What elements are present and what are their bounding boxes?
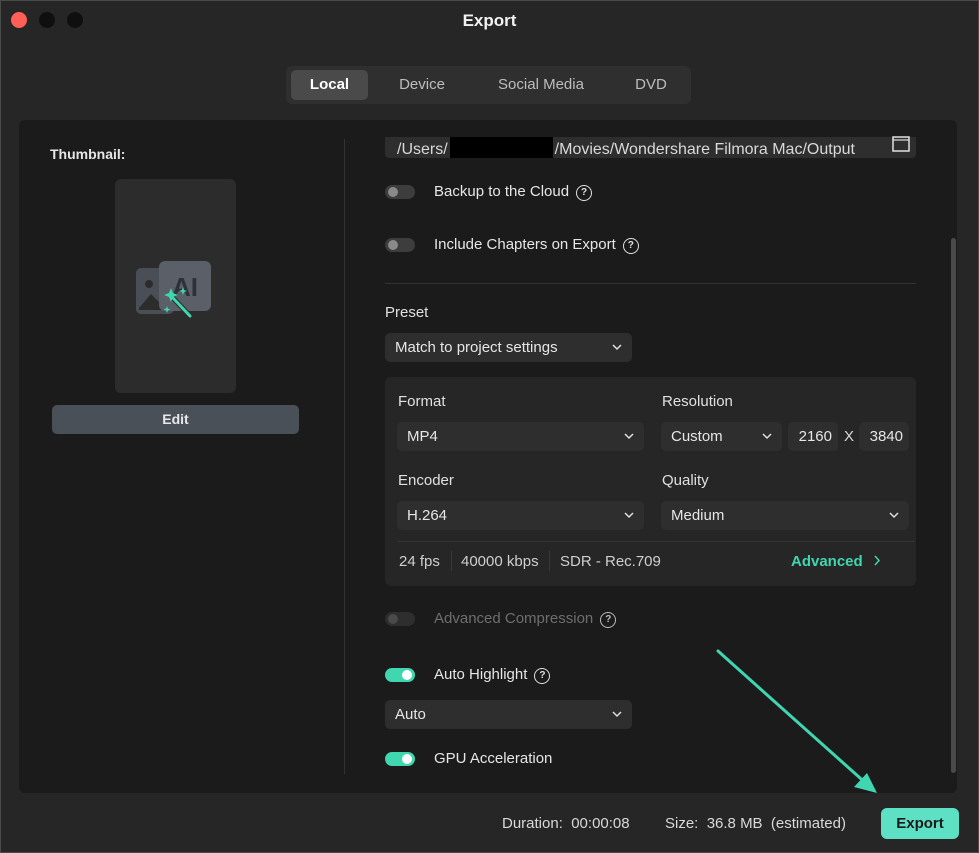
encoder-value: H.264: [407, 507, 448, 524]
quality-value: Medium: [671, 507, 725, 524]
output-path-suffix: /Movies/Wondershare Filmora Mac/Output: [554, 141, 855, 158]
auto-highlight-option: Auto Highlight?: [434, 666, 551, 684]
redacted-username: [449, 137, 553, 158]
tab-device[interactable]: Device: [381, 70, 463, 100]
preset-value: Match to project settings: [395, 339, 558, 356]
backup-cloud-option: Backup to the Cloud?: [434, 183, 593, 201]
resolution-label: Resolution: [662, 393, 733, 410]
color-space-readout: SDR - Rec.709: [560, 553, 661, 570]
toggle-knob: [388, 614, 398, 624]
toggle-knob: [402, 754, 412, 764]
export-tab-bar: Local Device Social Media DVD: [286, 66, 691, 104]
include-chapters-option: Include Chapters on Export?: [434, 236, 639, 254]
advanced-settings-link[interactable]: Advanced: [791, 553, 881, 570]
output-path-prefix: /Users/: [397, 141, 448, 158]
duration-value: 00:00:08: [571, 815, 630, 832]
tab-local[interactable]: Local: [291, 70, 368, 100]
toggle-knob: [402, 670, 412, 680]
tab-dvd[interactable]: DVD: [616, 70, 686, 100]
resolution-select[interactable]: Custom: [661, 422, 782, 451]
format-select[interactable]: MP4: [397, 422, 644, 451]
panel-divider: [344, 139, 345, 774]
auto-highlight-label: Auto Highlight: [434, 666, 528, 683]
auto-highlight-select[interactable]: Auto: [385, 700, 632, 729]
thumbnail-label: Thumbnail:: [50, 146, 126, 162]
backup-cloud-toggle[interactable]: [385, 185, 415, 199]
advanced-compression-toggle[interactable]: [385, 612, 415, 626]
resolution-height-input[interactable]: 3840: [859, 422, 909, 451]
stat-separator: [451, 551, 452, 571]
gpu-acceleration-toggle[interactable]: [385, 752, 415, 766]
chevron-down-icon: [612, 344, 622, 351]
chevron-down-icon: [762, 433, 772, 440]
stat-separator: [549, 551, 550, 571]
gpu-acceleration-label: GPU Acceleration: [434, 750, 553, 767]
format-label: Format: [398, 393, 446, 410]
duration-readout: Duration: 00:00:08: [502, 815, 630, 832]
bitrate-readout: 40000 kbps: [461, 553, 539, 570]
size-value: 36.8 MB: [706, 815, 763, 832]
advanced-compression-label: Advanced Compression: [434, 610, 594, 627]
resolution-separator: X: [844, 428, 855, 445]
chevron-down-icon: [624, 433, 634, 440]
include-chapters-toggle[interactable]: [385, 238, 415, 252]
help-icon[interactable]: ?: [622, 238, 639, 254]
help-icon[interactable]: ?: [576, 185, 593, 201]
chevron-down-icon: [889, 512, 899, 519]
ai-thumbnail-icon: AI: [136, 261, 211, 319]
annotation-arrow-icon: [716, 649, 877, 793]
auto-highlight-value: Auto: [395, 706, 426, 723]
resolution-value: Custom: [671, 428, 723, 445]
output-path-field[interactable]: /Users/ /Movies/Wondershare Filmora Mac/O…: [385, 137, 916, 158]
encoder-select[interactable]: H.264: [397, 501, 644, 530]
advanced-compression-option: Advanced Compression?: [434, 610, 617, 628]
chevron-right-icon: [874, 555, 880, 566]
backup-cloud-label: Backup to the Cloud: [434, 183, 570, 200]
chevron-down-icon: [624, 512, 634, 519]
window-title: Export: [462, 11, 517, 30]
toggle-knob: [388, 187, 398, 197]
export-button[interactable]: Export: [881, 808, 959, 839]
help-icon[interactable]: ?: [600, 612, 617, 628]
duration-label: Duration:: [502, 815, 563, 832]
chevron-down-icon: [612, 711, 622, 718]
size-note: (estimated): [770, 815, 846, 832]
include-chapters-label: Include Chapters on Export: [434, 236, 616, 253]
tab-social-media[interactable]: Social Media: [481, 70, 601, 100]
toggle-knob: [388, 240, 398, 250]
auto-highlight-toggle[interactable]: [385, 668, 415, 682]
resolution-width-input[interactable]: 2160: [788, 422, 838, 451]
preset-label: Preset: [385, 304, 429, 321]
encoder-label: Encoder: [398, 472, 454, 489]
vertical-scrollbar[interactable]: [951, 238, 956, 773]
quality-select[interactable]: Medium: [661, 501, 909, 530]
help-icon[interactable]: ?: [534, 668, 551, 684]
settings-divider: [397, 541, 915, 542]
section-divider: [385, 283, 916, 284]
quality-label: Quality: [662, 472, 709, 489]
size-readout: Size: 36.8 MB (estimated): [665, 815, 846, 832]
export-dialog: Export Local Device Social Media DVD Thu…: [0, 0, 979, 853]
preset-select[interactable]: Match to project settings: [385, 333, 632, 362]
advanced-label: Advanced: [791, 553, 863, 570]
edit-thumbnail-button[interactable]: Edit: [52, 405, 299, 434]
fps-readout: 24 fps: [399, 553, 440, 570]
browse-folder-icon[interactable]: [892, 136, 910, 152]
size-label: Size:: [665, 815, 699, 832]
format-value: MP4: [407, 428, 438, 445]
